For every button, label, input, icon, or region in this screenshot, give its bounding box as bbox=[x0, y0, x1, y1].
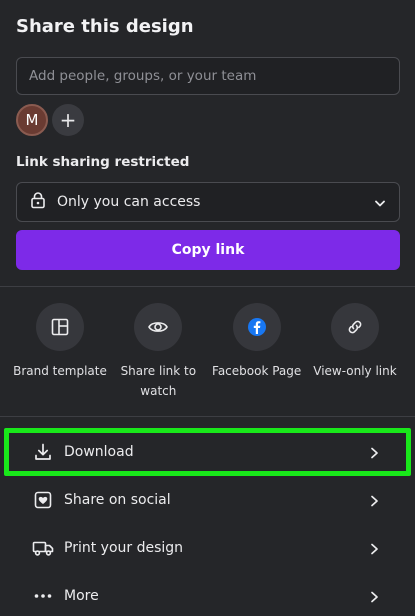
menu-item-print-your-design[interactable]: Print your design bbox=[0, 524, 415, 572]
chevron-right-icon bbox=[367, 493, 381, 507]
copy-link-button[interactable]: Copy link bbox=[16, 230, 400, 270]
menu-item-label: Print your design bbox=[64, 540, 184, 556]
facebook-page-action[interactable]: Facebook Page bbox=[209, 303, 305, 401]
menu-item-more[interactable]: More bbox=[0, 572, 415, 616]
action-label: Brand template bbox=[13, 364, 107, 378]
people-search-field[interactable] bbox=[16, 57, 400, 95]
chevron-right-icon bbox=[367, 541, 381, 555]
download-icon bbox=[32, 441, 54, 463]
divider bbox=[0, 286, 415, 287]
more-icon bbox=[32, 585, 54, 607]
truck-icon bbox=[32, 537, 54, 559]
eye-icon bbox=[134, 303, 183, 351]
brand-template-icon bbox=[36, 303, 84, 351]
link-access-select[interactable]: Only you can access bbox=[16, 182, 400, 222]
panel-title: Share this design bbox=[16, 16, 194, 37]
menu-item-label: More bbox=[64, 588, 99, 604]
chevron-right-icon bbox=[367, 445, 381, 459]
link-access-value: Only you can access bbox=[57, 194, 201, 210]
menu-item-label: Share on social bbox=[64, 492, 171, 508]
chevron-right-icon bbox=[367, 589, 381, 603]
link-icon bbox=[330, 303, 379, 351]
share-actions: Brand template Share link to watch Faceb… bbox=[12, 303, 403, 401]
menu-item-label: Download bbox=[64, 444, 134, 460]
collaborator-list: M + bbox=[16, 104, 84, 136]
menu-item-share-on-social[interactable]: Share on social bbox=[0, 476, 415, 524]
action-label: Share link to watch bbox=[120, 364, 197, 398]
share-panel: Share this design M + Link sharing restr… bbox=[0, 0, 415, 616]
action-label: Facebook Page bbox=[212, 364, 302, 378]
menu-item-download[interactable]: Download bbox=[4, 428, 411, 476]
divider bbox=[0, 416, 415, 417]
link-sharing-label: Link sharing restricted bbox=[16, 154, 190, 170]
add-collaborator-button[interactable]: + bbox=[52, 104, 84, 136]
avatar[interactable]: M bbox=[16, 104, 48, 136]
chevron-down-icon bbox=[373, 195, 387, 209]
brand-template-action[interactable]: Brand template bbox=[12, 303, 108, 401]
view-only-link-action[interactable]: View-only link bbox=[307, 303, 403, 401]
share-menu: Download Share on social Print your desi… bbox=[0, 428, 415, 616]
people-search-input[interactable] bbox=[29, 68, 387, 84]
heart-icon bbox=[32, 489, 54, 511]
facebook-icon bbox=[232, 303, 281, 351]
action-label: View-only link bbox=[313, 364, 397, 378]
share-link-to-watch-action[interactable]: Share link to watch bbox=[110, 303, 206, 401]
lock-icon bbox=[29, 191, 47, 213]
